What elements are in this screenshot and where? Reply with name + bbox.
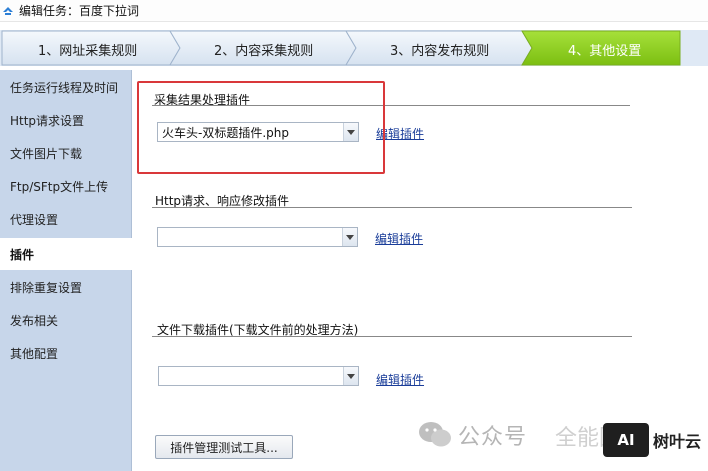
- step-4-label[interactable]: 4、其他设置: [568, 40, 641, 59]
- sidebar-item-dedupe[interactable]: 排除重复设置: [0, 271, 132, 303]
- app-logo-icon: [3, 6, 13, 15]
- sidebar: 任务运行线程及时间 Http请求设置 文件图片下载 Ftp/SFtp文件上传 代…: [0, 70, 133, 471]
- window-title: 编辑任务：百度下拉词: [19, 4, 140, 18]
- download-plugin-select[interactable]: [158, 366, 359, 386]
- highlight-annotation: [137, 81, 385, 174]
- http-plugin-select[interactable]: [157, 227, 358, 247]
- sidebar-item-plugin[interactable]: 插件: [0, 238, 133, 270]
- sidebar-item-ftp-upload[interactable]: Ftp/SFtp文件上传: [0, 170, 132, 202]
- http-plugin-divider: [152, 207, 632, 208]
- logo-text: 树叶云: [653, 432, 702, 451]
- sidebar-item-http-request[interactable]: Http请求设置: [0, 104, 132, 136]
- ai-logo-icon: AI: [603, 423, 649, 457]
- step-wizard: 1、网址采集规则 2、内容采集规则 3、内容发布规则 4、其他设置: [0, 30, 708, 66]
- wechat-icon: [419, 422, 451, 447]
- watermark-logo: AI 树叶云: [603, 423, 701, 457]
- sidebar-item-file-download[interactable]: 文件图片下载: [0, 137, 132, 169]
- http-plugin-edit-link[interactable]: 编辑插件: [375, 230, 423, 247]
- sidebar-item-publish[interactable]: 发布相关: [0, 304, 132, 336]
- download-plugin-edit-link[interactable]: 编辑插件: [376, 371, 424, 388]
- step-3-label[interactable]: 3、内容发布规则: [390, 40, 489, 59]
- title-bar: 编辑任务：百度下拉词: [0, 0, 708, 22]
- sidebar-item-thread-time[interactable]: 任务运行线程及时间: [0, 71, 132, 103]
- download-plugin-divider: [152, 336, 632, 337]
- watermark-text: 公众号: [458, 425, 528, 450]
- chevron-down-icon[interactable]: [342, 228, 357, 246]
- plugin-test-tool-button[interactable]: 插件管理测试工具...: [155, 435, 293, 459]
- sidebar-item-other-config[interactable]: 其他配置: [0, 337, 132, 369]
- chevron-down-icon[interactable]: [343, 367, 358, 385]
- watermark: 公众号: [418, 415, 527, 455]
- step-1-label[interactable]: 1、网址采集规则: [38, 40, 137, 59]
- step-2-label[interactable]: 2、内容采集规则: [214, 40, 313, 59]
- sidebar-item-proxy[interactable]: 代理设置: [0, 203, 132, 235]
